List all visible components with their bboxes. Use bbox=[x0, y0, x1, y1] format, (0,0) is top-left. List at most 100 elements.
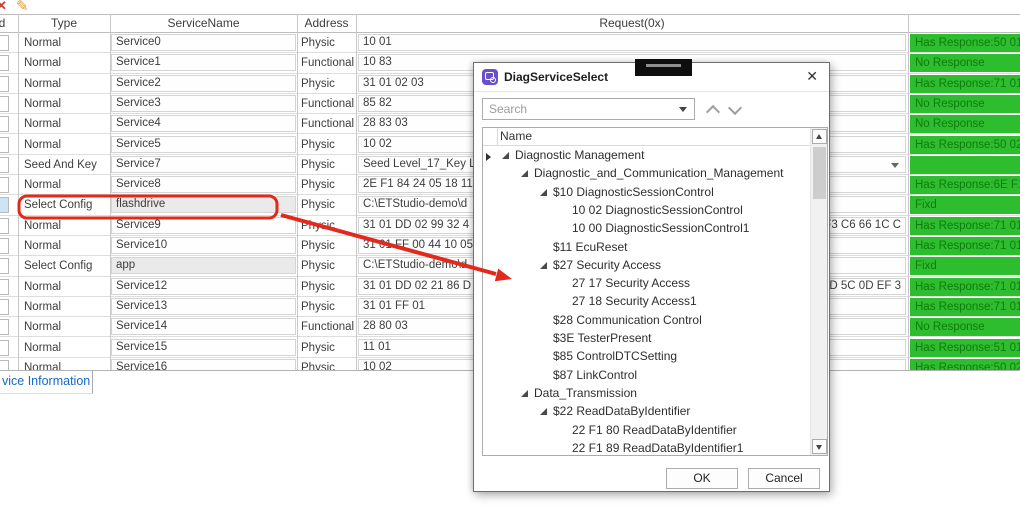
service-name-field[interactable]: Service9 bbox=[111, 217, 296, 234]
scroll-down-icon[interactable] bbox=[812, 439, 827, 454]
type-cell[interactable]: Normal bbox=[24, 74, 61, 94]
service-name-field[interactable]: Service5 bbox=[111, 136, 296, 153]
address-cell[interactable]: Physic bbox=[301, 297, 335, 317]
service-name-field[interactable]: Service10 bbox=[111, 237, 296, 254]
address-cell[interactable]: Physic bbox=[301, 155, 335, 175]
service-name-field[interactable]: Service14 bbox=[111, 318, 296, 335]
tree-item[interactable]: $3E TesterPresent bbox=[483, 329, 827, 347]
expander-icon[interactable] bbox=[502, 152, 509, 159]
tree-item[interactable]: 10 02 DiagnosticSessionControl bbox=[483, 201, 827, 219]
type-cell[interactable]: Select Config bbox=[24, 195, 92, 215]
type-cell[interactable]: Normal bbox=[24, 135, 61, 155]
expander-icon[interactable] bbox=[540, 262, 547, 269]
column-header-type[interactable]: Type bbox=[18, 14, 110, 33]
expander-icon[interactable] bbox=[521, 170, 528, 177]
delete-icon[interactable]: ✕ bbox=[0, 0, 7, 14]
address-cell[interactable]: Physic bbox=[301, 195, 335, 215]
tree-item[interactable]: Diagnostic Management bbox=[483, 146, 827, 164]
expander-icon[interactable] bbox=[540, 408, 547, 415]
row-id-cell[interactable] bbox=[0, 137, 9, 153]
row-id-cell[interactable] bbox=[0, 96, 9, 112]
row-id-cell[interactable] bbox=[0, 55, 9, 71]
column-header-request[interactable]: Request(0x) bbox=[356, 14, 908, 33]
column-header-address[interactable]: Address bbox=[297, 14, 356, 33]
service-name-field[interactable]: app bbox=[111, 257, 296, 274]
address-cell[interactable]: Functional bbox=[301, 317, 354, 337]
tree-item[interactable]: $28 Communication Control bbox=[483, 311, 827, 329]
service-name-field[interactable]: Service4 bbox=[111, 115, 296, 132]
address-cell[interactable]: Physic bbox=[301, 338, 335, 358]
search-next-button[interactable] bbox=[729, 104, 741, 116]
tree-column-header[interactable]: Name bbox=[483, 128, 827, 146]
service-name-field[interactable]: Service15 bbox=[111, 339, 296, 356]
type-cell[interactable]: Normal bbox=[24, 297, 61, 317]
type-cell[interactable]: Normal bbox=[24, 94, 61, 114]
type-cell[interactable]: Normal bbox=[24, 53, 61, 73]
address-cell[interactable]: Functional bbox=[301, 94, 354, 114]
address-cell[interactable]: Functional bbox=[301, 53, 354, 73]
tree-scrollbar[interactable] bbox=[810, 128, 827, 455]
address-cell[interactable]: Physic bbox=[301, 33, 335, 53]
type-cell[interactable]: Select Config bbox=[24, 256, 92, 276]
service-name-field[interactable]: Service3 bbox=[111, 95, 296, 112]
tree-item[interactable]: $22 ReadDataByIdentifier bbox=[483, 402, 827, 420]
type-cell[interactable]: Seed And Key bbox=[24, 155, 97, 175]
request-field[interactable]: 10 01 bbox=[358, 34, 906, 51]
edit-icon[interactable]: ✎ bbox=[16, 0, 29, 15]
type-cell[interactable]: Normal bbox=[24, 338, 61, 358]
type-cell[interactable]: Normal bbox=[24, 175, 61, 195]
row-id-cell[interactable] bbox=[0, 279, 9, 295]
expander-icon[interactable] bbox=[540, 189, 547, 196]
row-id-cell[interactable] bbox=[0, 218, 9, 234]
row-id-cell[interactable] bbox=[0, 299, 9, 315]
row-id-cell[interactable] bbox=[0, 340, 9, 356]
row-id-cell[interactable] bbox=[0, 35, 9, 51]
service-name-field[interactable]: Service2 bbox=[111, 75, 296, 92]
column-header-servicename[interactable]: ServiceName bbox=[110, 14, 297, 33]
row-id-cell[interactable] bbox=[0, 319, 9, 335]
tree-item[interactable]: 22 F1 80 ReadDataByIdentifier bbox=[483, 421, 827, 439]
type-cell[interactable]: Normal bbox=[24, 33, 61, 53]
column-header-id[interactable]: id bbox=[0, 14, 16, 33]
tree-item[interactable]: 27 17 Security Access bbox=[483, 274, 827, 292]
scrollbar-thumb[interactable] bbox=[813, 147, 826, 199]
ok-button[interactable]: OK bbox=[666, 468, 738, 489]
tree-item[interactable]: $10 DiagnosticSessionControl bbox=[483, 183, 827, 201]
service-name-field[interactable]: Service7 bbox=[111, 156, 296, 173]
expander-icon[interactable] bbox=[521, 390, 528, 397]
chevron-down-icon[interactable] bbox=[891, 163, 899, 168]
tree-item[interactable]: Diagnostic_and_Communication_Management bbox=[483, 164, 827, 182]
service-name-field[interactable]: Service0 bbox=[111, 34, 296, 51]
tree-item[interactable]: 22 F1 89 ReadDataByIdentifier1 bbox=[483, 439, 827, 456]
type-cell[interactable]: Normal bbox=[24, 216, 61, 236]
service-name-field[interactable]: Service12 bbox=[111, 278, 296, 295]
tree-item[interactable]: $85 ControlDTCSetting bbox=[483, 347, 827, 365]
row-id-cell[interactable] bbox=[0, 116, 9, 132]
tree-item[interactable]: $27 Security Access bbox=[483, 256, 827, 274]
tree-item[interactable]: $87 LinkControl bbox=[483, 366, 827, 384]
scroll-up-icon[interactable] bbox=[812, 129, 827, 144]
address-cell[interactable]: Physic bbox=[301, 175, 335, 195]
address-cell[interactable]: Physic bbox=[301, 256, 335, 276]
type-cell[interactable]: Normal bbox=[24, 114, 61, 134]
address-cell[interactable]: Physic bbox=[301, 135, 335, 155]
tab-service-information[interactable]: vice Information bbox=[0, 371, 93, 394]
cancel-button[interactable]: Cancel bbox=[748, 468, 820, 489]
address-cell[interactable]: Physic bbox=[301, 236, 335, 256]
row-id-cell[interactable] bbox=[0, 76, 9, 92]
row-id-cell[interactable] bbox=[0, 258, 9, 274]
service-name-field[interactable]: Service13 bbox=[111, 298, 296, 315]
address-cell[interactable]: Functional bbox=[301, 114, 354, 134]
service-name-field[interactable]: flashdrive bbox=[111, 196, 296, 213]
type-cell[interactable]: Normal bbox=[24, 277, 61, 297]
row-id-cell[interactable] bbox=[0, 177, 9, 193]
row-id-cell[interactable] bbox=[0, 238, 9, 254]
tree-item[interactable]: 27 18 Security Access1 bbox=[483, 292, 827, 310]
service-name-field[interactable]: Service1 bbox=[111, 54, 296, 71]
address-cell[interactable]: Physic bbox=[301, 216, 335, 236]
search-input[interactable]: Search bbox=[482, 98, 695, 120]
close-icon[interactable]: ✕ bbox=[806, 63, 818, 90]
tree-item[interactable]: 10 00 DiagnosticSessionControl1 bbox=[483, 219, 827, 237]
address-cell[interactable]: Physic bbox=[301, 277, 335, 297]
row-id-cell[interactable] bbox=[0, 197, 9, 213]
